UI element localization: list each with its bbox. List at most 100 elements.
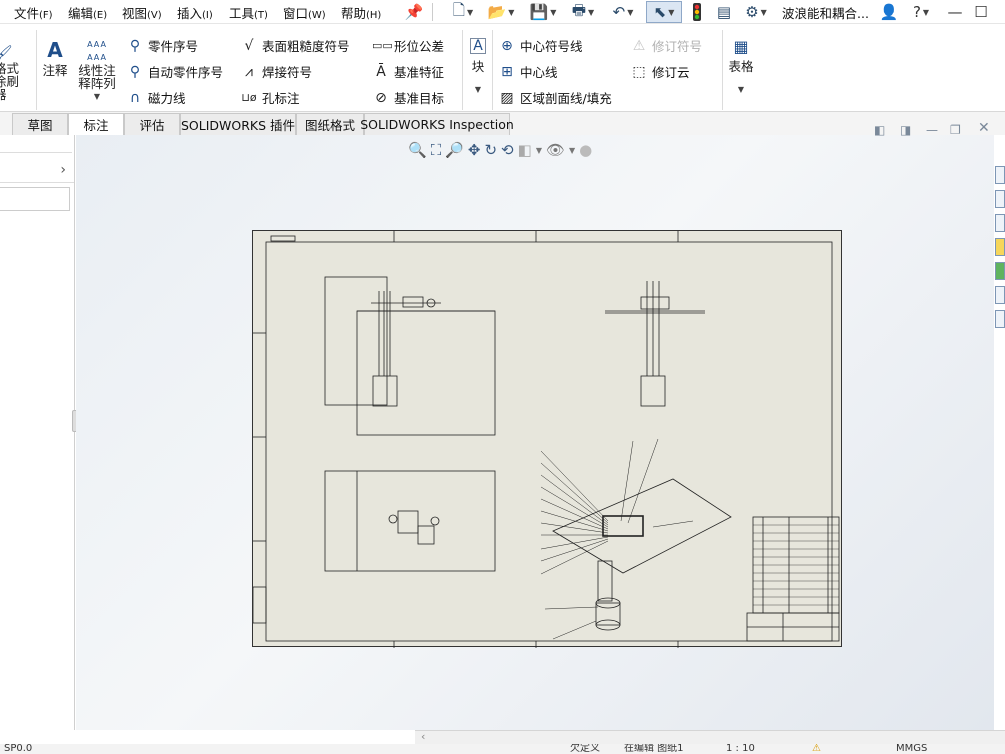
zoom-to-fit-icon[interactable]: 🔍 <box>408 141 427 159</box>
undo-icon[interactable]: ↶ ▼ <box>606 2 640 22</box>
menu-insert[interactable]: 插入(I) <box>177 3 213 22</box>
file-properties-icon[interactable]: ▤ <box>714 2 734 22</box>
menu-edit[interactable]: 编辑(E) <box>68 3 107 22</box>
datum-feature-icon: Ā <box>376 63 386 80</box>
chevron-right-icon[interactable]: › <box>60 162 66 178</box>
revision-triangle-icon: ⚠ <box>632 37 646 54</box>
new-document-icon[interactable]: 🗋 ▼ <box>446 1 480 22</box>
tab-evaluate[interactable]: 评估 <box>124 113 180 135</box>
status-editing: 在编辑 图纸1 <box>624 744 684 754</box>
table-label: 表格 <box>728 59 754 74</box>
annotation-label: 注释 <box>42 63 68 78</box>
ribbon-separator <box>36 30 37 110</box>
menu-file[interactable]: 文件(F) <box>14 3 53 22</box>
block-dropdown-icon[interactable]: ▼ <box>468 85 488 94</box>
print-icon[interactable]: 🖶 ▼ <box>566 1 600 22</box>
rebuild-traffic-light-icon[interactable] <box>688 2 706 22</box>
select-arrow-icon[interactable]: ⬉ ▼ <box>646 1 682 23</box>
balloon-button[interactable]: ⚲ 零件序号 <box>126 36 198 55</box>
rotate-view-icon[interactable]: ↻ <box>484 141 497 159</box>
center-mark-button[interactable]: ⊕ 中心符号线 <box>498 36 582 55</box>
next-sheet-icon[interactable]: ◨ <box>900 123 911 137</box>
menu-window[interactable]: 窗口(W) <box>283 3 326 22</box>
horizontal-scrollbar[interactable]: ‹ <box>415 730 1005 744</box>
status-left-text: SP0.0 <box>4 744 33 754</box>
revision-symbol-button[interactable]: ⚠ 修订符号 <box>630 36 702 55</box>
menu-help[interactable]: 帮助(H) <box>341 3 381 22</box>
doc-restore-icon[interactable]: ❐ <box>950 123 961 137</box>
appearance-sphere-icon[interactable]: ● <box>579 141 592 159</box>
previous-view-icon[interactable]: ⟲ <box>501 141 514 159</box>
hole-callout-button[interactable]: ⊔ø 孔标注 <box>240 88 299 107</box>
revision-cloud-button[interactable]: ⬚ 修订云 <box>630 62 689 81</box>
panel-expand-row[interactable]: › <box>0 159 74 183</box>
task-pane-home-icon[interactable] <box>995 166 1005 184</box>
menu-tools[interactable]: 工具(T) <box>229 3 268 22</box>
display-style-icon[interactable]: ◧ <box>518 141 532 159</box>
open-folder-icon[interactable]: 📂 ▼ <box>484 2 518 22</box>
centerline-button[interactable]: ⊞ 中心线 <box>498 62 557 81</box>
command-manager-tabs: 草图 标注 评估 SOLIDWORKS 插件 图纸格式 SOLIDWORKS I… <box>0 112 1005 135</box>
block-button[interactable]: A 块 ▼ <box>468 38 488 94</box>
hide-show-eye-icon[interactable]: 👁 <box>546 141 565 159</box>
task-pane-resources-icon[interactable] <box>995 190 1005 208</box>
pattern-dropdown-icon[interactable]: ▼ <box>76 90 118 103</box>
zoom-to-area-icon[interactable]: ⛶ <box>431 141 442 159</box>
linear-note-pattern-button[interactable]: AAA AAA 线性注释阵列 ▼ <box>76 38 118 103</box>
doc-minimize-icon[interactable]: — <box>926 123 938 137</box>
pin-icon[interactable]: 📌 <box>404 2 424 22</box>
hide-show-dropdown-icon[interactable]: ▼ <box>569 146 575 155</box>
table-button[interactable]: ▦ 表格 ▼ <box>726 38 756 95</box>
tab-solidworks-inspection[interactable]: SOLIDWORKS Inspection <box>360 113 514 135</box>
format-painter-button[interactable]: 🖌 格式涂刷器 <box>0 44 30 104</box>
tab-solidworks-addins[interactable]: SOLIDWORKS 插件 <box>180 113 296 135</box>
pan-icon[interactable]: ✥ <box>468 141 481 159</box>
datum-feature-button[interactable]: Ā 基准特征 <box>372 62 444 81</box>
status-bar: SP0.0 欠定义 在编辑 图纸1 1 : 10 ⚠ MMGS <box>0 744 1005 754</box>
centerline-icon: ⊞ <box>501 63 513 80</box>
magnetic-line-button[interactable]: ∩ 磁力线 <box>126 88 186 107</box>
heads-up-view-toolbar: 🔍 ⛶ 🔎 ✥ ↻ ⟲ ◧ ▼ 👁 ▼ ● <box>408 140 670 160</box>
menu-bar: 文件(F) 编辑(E) 视图(V) 插入(I) 工具(T) 窗口(W) 帮助(H… <box>0 0 1005 24</box>
rebuild-warning-icon[interactable]: ⚠ <box>812 744 821 754</box>
menu-divider <box>432 3 433 21</box>
tab-sketch[interactable]: 草图 <box>12 113 68 135</box>
weld-symbol-button[interactable]: ⩘ 焊接符号 <box>240 62 312 81</box>
filter-input[interactable] <box>0 187 70 211</box>
task-pane-custom-properties-icon[interactable] <box>995 310 1005 328</box>
annotation-button[interactable]: A 注释 <box>40 40 70 79</box>
area-hatch-button[interactable]: ▨ 区域剖面线/填充 <box>498 88 611 107</box>
note-pattern-icon: AAA AAA <box>87 40 107 62</box>
maximize-window-icon[interactable]: ☐ <box>972 2 990 22</box>
status-scale[interactable]: 1 : 10 <box>726 744 755 754</box>
hole-callout-icon: ⊔ø <box>241 91 257 104</box>
task-pane-view-palette-icon[interactable] <box>995 262 1005 280</box>
options-gear-icon[interactable]: ⚙ ▼ <box>738 2 774 22</box>
datum-target-button[interactable]: ⊘ 基准目标 <box>372 88 444 107</box>
save-icon[interactable]: 💾 ▼ <box>526 2 560 22</box>
help-question-icon[interactable]: ? ▼ <box>904 2 938 22</box>
tab-sheet-format[interactable]: 图纸格式 <box>296 113 364 135</box>
menu-view[interactable]: 视图(V) <box>122 3 162 22</box>
task-pane-explorer-icon[interactable] <box>995 238 1005 256</box>
task-pane-library-icon[interactable] <box>995 214 1005 232</box>
panel-tabs[interactable] <box>0 139 72 153</box>
surface-finish-button[interactable]: √ 表面粗糙度符号 <box>240 36 350 55</box>
center-mark-icon: ⊕ <box>501 37 513 54</box>
display-style-dropdown-icon[interactable]: ▼ <box>536 146 542 155</box>
status-units[interactable]: MMGS <box>896 744 927 754</box>
minimize-window-icon[interactable]: — <box>946 2 964 22</box>
linear-note-pattern-label: 线性注释阵列 <box>78 63 116 91</box>
auto-balloon-button[interactable]: ⚲ 自动零件序号 <box>126 62 223 81</box>
previous-sheet-icon[interactable]: ◧ <box>874 123 885 137</box>
drawing-sheet[interactable] <box>252 230 842 648</box>
ribbon-separator <box>492 30 493 110</box>
scroll-left-icon[interactable]: ‹ <box>421 730 425 743</box>
tab-annotation[interactable]: 标注 <box>68 113 124 135</box>
user-account-icon[interactable]: 👤 <box>880 2 899 22</box>
zoom-in-out-icon[interactable]: 🔎 <box>445 141 464 159</box>
geometric-tolerance-button[interactable]: ▭▭ 形位公差 <box>372 36 444 55</box>
table-dropdown-icon[interactable]: ▼ <box>726 85 756 94</box>
doc-close-icon[interactable]: ✕ <box>978 120 990 136</box>
task-pane-appearances-icon[interactable] <box>995 286 1005 304</box>
